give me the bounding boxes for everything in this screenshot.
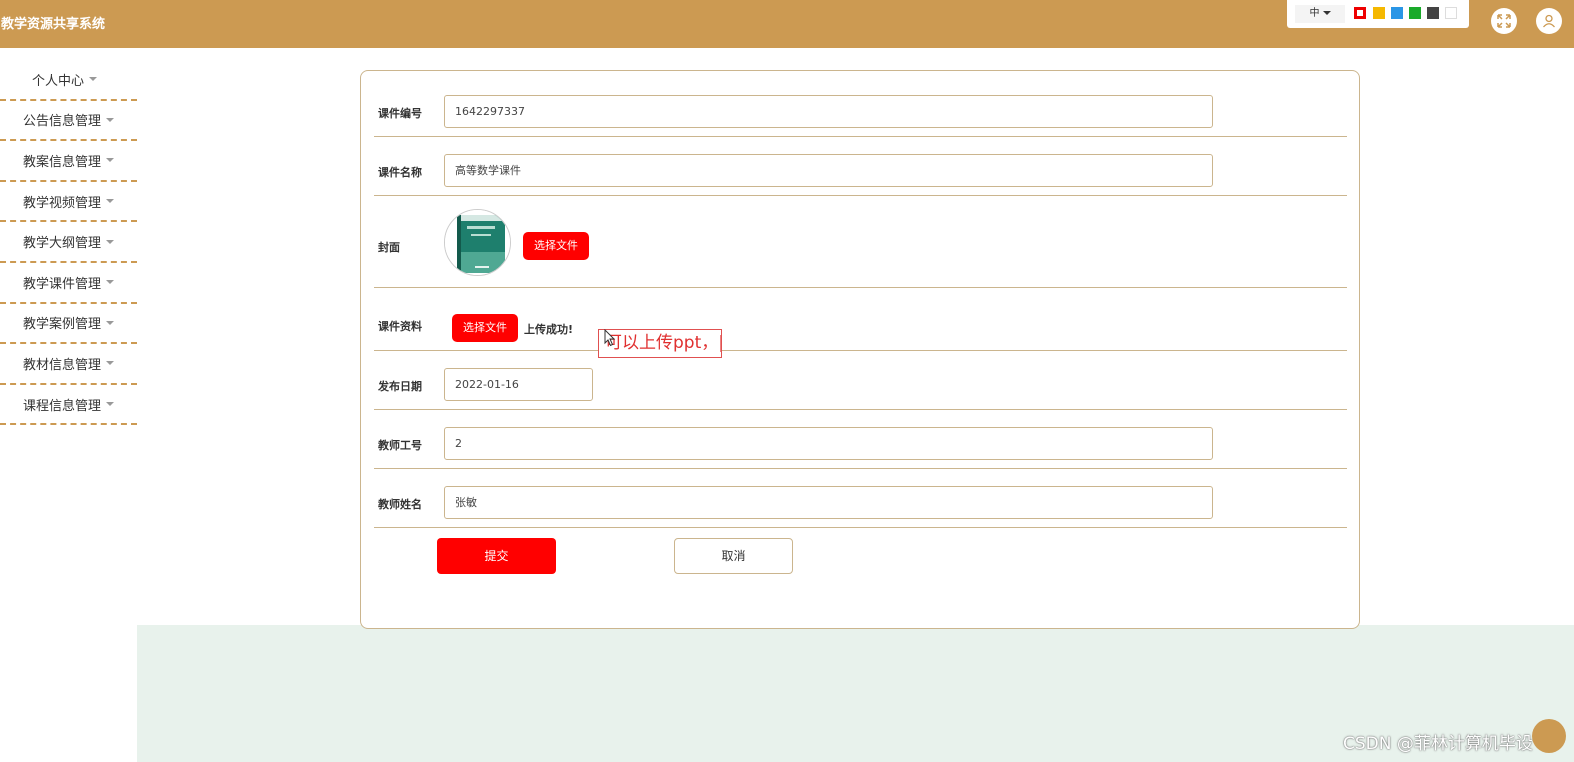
teacher-name-input[interactable]: 张敏 (444, 486, 1213, 519)
sidebar-item-label: 教学大纲管理 (22, 236, 101, 252)
publish-date-label: 发布日期 (378, 380, 422, 393)
theme-swatch-white[interactable] (1445, 7, 1457, 19)
cover-label: 封面 (378, 241, 400, 254)
sidebar-item-label: 公告信息管理 (22, 114, 101, 130)
submit-button[interactable]: 提交 (437, 538, 556, 574)
sidebar-item-lesson-plan[interactable]: 教案信息管理 (0, 141, 137, 182)
chevron-down-icon (106, 117, 114, 122)
sidebar-item-textbook[interactable]: 教材信息管理 (0, 344, 137, 385)
cover-thumbnail (444, 209, 511, 276)
sidebar-item-syllabus[interactable]: 教学大纲管理 (0, 222, 137, 263)
floating-action-button[interactable] (1532, 719, 1566, 753)
material-label: 课件资料 (378, 320, 422, 333)
chevron-down-icon (106, 280, 114, 285)
cover-choose-file-button[interactable]: 选择文件 (523, 232, 589, 260)
chevron-down-icon (89, 77, 97, 82)
sidebar-item-notice[interactable]: 公告信息管理 (0, 101, 137, 142)
mouse-cursor-icon (604, 329, 616, 347)
sidebar-item-label: 教学案例管理 (22, 317, 101, 333)
courseware-no-input[interactable]: 1642297337 (444, 95, 1213, 128)
form-row-publish-date: 发布日期 2022-01-16 (374, 351, 1347, 410)
chevron-down-icon (106, 320, 114, 325)
user-icon (1543, 14, 1555, 28)
chevron-down-icon (106, 199, 114, 204)
top-header: 教学资源共享系统 中 (0, 0, 1574, 48)
chevron-down-icon (106, 239, 114, 244)
material-choose-file-button[interactable]: 选择文件 (452, 314, 518, 342)
app-title: 教学资源共享系统 (1, 17, 106, 32)
book-cover-image (445, 210, 510, 275)
form-row-teacher-name: 教师姓名 张敏 (374, 469, 1347, 528)
language-select[interactable]: 中 (1295, 5, 1345, 23)
theme-swatch-dark[interactable] (1427, 7, 1439, 19)
cancel-button[interactable]: 取消 (674, 538, 793, 574)
sidebar-item-case[interactable]: 教学案例管理 (0, 304, 137, 345)
sidebar-item-label: 教案信息管理 (22, 154, 101, 170)
upload-status-text: 上传成功! (524, 323, 574, 336)
sidebar-item-label: 个人中心 (31, 73, 84, 89)
sidebar-item-video[interactable]: 教学视频管理 (0, 182, 137, 223)
sidebar-item-label: 教学课件管理 (22, 276, 101, 292)
form-row-material: 课件资料 选择文件 上传成功! (374, 288, 1347, 351)
courseware-no-label: 课件编号 (378, 107, 422, 120)
theme-toolbar: 中 (1287, 0, 1469, 28)
sidebar-item-label: 教材信息管理 (22, 357, 101, 373)
teacher-no-input[interactable]: 2 (444, 427, 1213, 460)
theme-swatch-yellow[interactable] (1373, 7, 1385, 19)
fullscreen-icon (1497, 14, 1511, 28)
sidebar-item-label: 教学视频管理 (22, 195, 101, 211)
teacher-name-label: 教师姓名 (378, 498, 422, 511)
annotation-text-box[interactable]: 可以上传ppt，| (598, 329, 722, 358)
chevron-down-icon (106, 361, 114, 366)
sidebar-nav: 个人中心 公告信息管理 教案信息管理 教学视频管理 教学大纲管理 教学课件管理 … (0, 60, 137, 426)
courseware-name-label: 课件名称 (378, 166, 422, 179)
watermark-text: CSDN @菲林计算机毕设 (1343, 734, 1533, 754)
sidebar-item-courseware[interactable]: 教学课件管理 (0, 263, 137, 304)
form-row-cover: 封面 选择文件 (374, 196, 1347, 288)
theme-swatch-green[interactable] (1409, 7, 1421, 19)
sidebar-item-label: 课程信息管理 (22, 398, 101, 414)
publish-date-input[interactable]: 2022-01-16 (444, 368, 593, 401)
form-row-teacher-no: 教师工号 2 (374, 410, 1347, 469)
sidebar-item-course[interactable]: 课程信息管理 (0, 385, 137, 426)
courseware-form: 课件编号 1642297337 课件名称 高等数学课件 封面 选择文件 课件资料… (360, 70, 1360, 629)
form-row-courseware-name: 课件名称 高等数学课件 (374, 137, 1347, 196)
chevron-down-icon (106, 402, 114, 407)
form-row-courseware-no: 课件编号 1642297337 (374, 71, 1347, 137)
user-button[interactable] (1536, 8, 1562, 34)
chevron-down-icon (106, 158, 114, 163)
fullscreen-button[interactable] (1491, 8, 1517, 34)
courseware-name-input[interactable]: 高等数学课件 (444, 154, 1213, 187)
theme-swatch-blue[interactable] (1391, 7, 1403, 19)
teacher-no-label: 教师工号 (378, 439, 422, 452)
theme-swatch-red[interactable] (1354, 7, 1366, 19)
language-label: 中 (1309, 8, 1320, 19)
sidebar-item-profile[interactable]: 个人中心 (0, 60, 137, 101)
